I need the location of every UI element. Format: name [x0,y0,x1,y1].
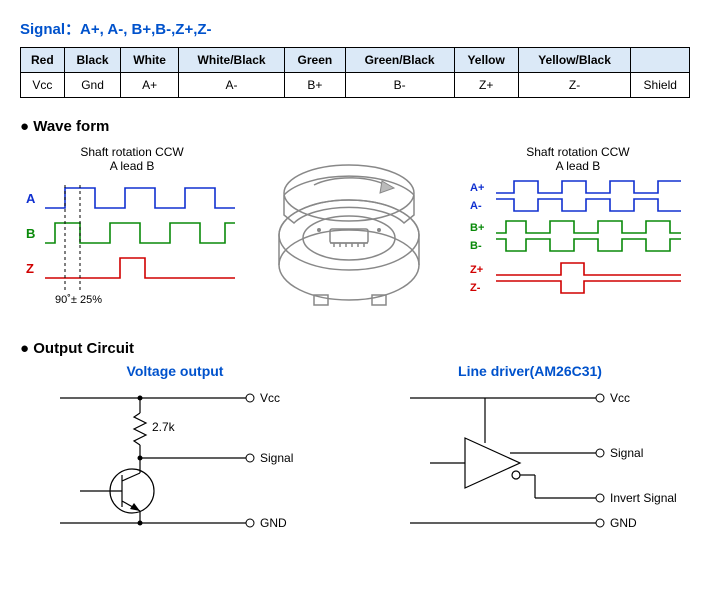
label-b: B [26,226,35,241]
section-waveform: Wave form [20,118,690,135]
wire-color: Green [285,48,345,73]
wire-color: Green/Black [345,48,454,73]
signal-header: Signal：A+, A-, B+,B-,Z+,Z- [20,18,690,39]
voltage-output-schematic: Vcc 2.7k Signal GND [20,383,320,533]
signal-label: Signal [610,446,643,460]
vcc-label: Vcc [610,391,630,405]
resistor-label: 2.7k [152,420,176,434]
label-zp: Z+ [470,264,483,276]
label-zm: Z- [470,282,481,294]
waveform-row: Shaft rotation CCW A lead B A B Z 90˚± 2… [20,145,690,328]
signal-label: Signal [260,451,293,465]
table-row-signals: Vcc Gnd A+ A- B+ B- Z+ Z- Shield [21,73,690,98]
label-am: A- [470,200,482,212]
vcc-label: Vcc [260,391,280,405]
gnd-label: GND [260,516,287,530]
invert-signal-label: Invert Signal [610,491,677,505]
wave-caption: Shaft rotation CCW [20,145,244,159]
label-ap: A+ [470,182,484,194]
wire-color: White [121,48,179,73]
wire-signal: A- [178,73,284,98]
output-circuit-row: Voltage output Vcc 2.7k Signal [20,363,690,536]
wave-caption: Shaft rotation CCW [466,145,690,159]
wire-color: White/Black [178,48,284,73]
wire-color: Yellow/Black [518,48,631,73]
wire-color [631,48,690,73]
line-driver-title: Line driver(AM26C31) [370,363,690,379]
wire-signal: Z+ [454,73,518,98]
voltage-output-title: Voltage output [20,363,330,379]
encoder-drawing [254,145,456,328]
label-a: A [26,191,36,206]
table-row-colors: Red Black White White/Black Green Green/… [21,48,690,73]
line-driver-block: Line driver(AM26C31) Vcc Signal Invert S… [370,363,690,536]
wire-signal: B+ [285,73,345,98]
label-bm: B- [470,240,482,252]
wire-color: Black [64,48,121,73]
wire-signal: Vcc [21,73,65,98]
wire-signal: Gnd [64,73,121,98]
voltage-output-block: Voltage output Vcc 2.7k Signal [20,363,330,536]
encoder-icon [254,145,444,325]
phase-note: 90˚± 25% [55,294,102,306]
waveform-single-ended: Shaft rotation CCW A lead B A B Z 90˚± 2… [20,145,244,316]
wire-color-table: Red Black White White/Black Green Green/… [20,47,690,98]
wire-signal: Shield [631,73,690,98]
wire-color: Yellow [454,48,518,73]
waveform-differential: Shaft rotation CCW A lead B A+ A- B+ B- … [466,145,690,326]
wire-signal: A+ [121,73,179,98]
wave-caption: A lead B [466,159,690,173]
wave-svg-right: A+ A- B+ B- Z+ Z- [466,173,686,323]
wave-svg-left: A B Z 90˚± 25% [20,173,240,313]
label-z: Z [26,261,34,276]
wire-signal: B- [345,73,454,98]
gnd-label: GND [610,516,637,530]
wire-color: Red [21,48,65,73]
line-driver-schematic: Vcc Signal Invert Signal GND [370,383,690,533]
wave-caption: A lead B [20,159,244,173]
section-output-circuit: Output Circuit [20,340,690,357]
label-bp: B+ [470,222,484,234]
wire-signal: Z- [518,73,631,98]
